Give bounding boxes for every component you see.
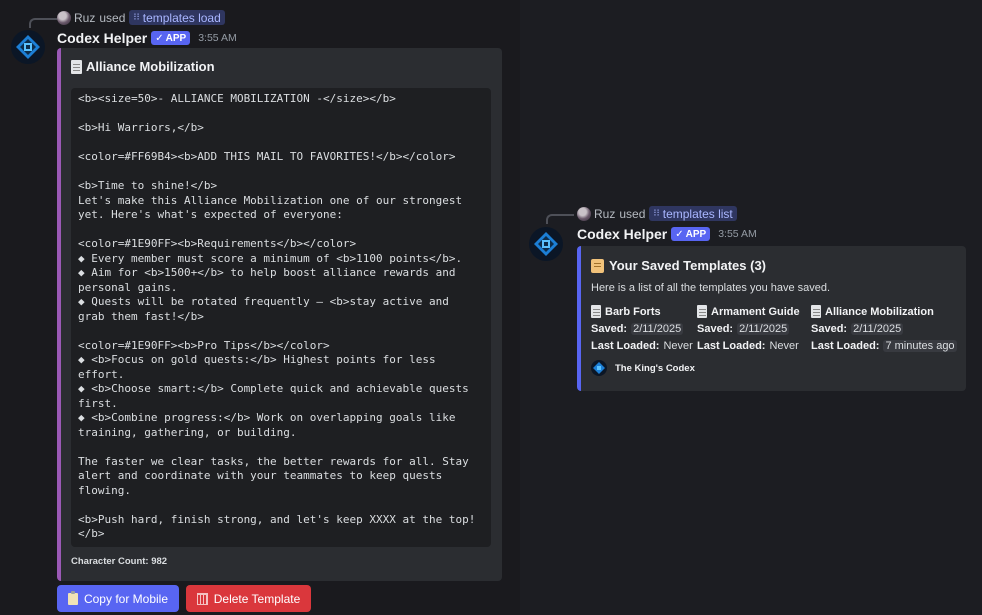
slash-command-icon: ⁝⁝ <box>653 208 660 219</box>
slash-command-chip[interactable]: ⁝⁝ templates load <box>129 10 225 25</box>
user-avatar-small[interactable] <box>57 10 71 25</box>
slash-command-chip[interactable]: ⁝⁝ templates list <box>649 206 737 221</box>
delete-button-label: Delete Template <box>213 591 301 606</box>
last-loaded-label: Last Loaded: <box>811 339 880 352</box>
message-timestamp[interactable]: 3:55 AM <box>198 32 237 44</box>
clipboard-icon <box>67 590 78 605</box>
last-loaded-row: Last Loaded: Never <box>697 338 800 353</box>
code-block[interactable]: <b><size=50>- ALLIANCE MOBILIZATION -</s… <box>71 88 491 547</box>
slash-command-icon: ⁝⁝ <box>133 12 140 23</box>
template-name-text: Armament Guide <box>711 305 800 318</box>
embed-title: Alliance Mobilization <box>71 59 215 74</box>
saved-label: Saved: <box>591 322 628 335</box>
document-icon <box>811 305 821 318</box>
app-badge: ✓ APP <box>151 31 191 45</box>
template-name-text: Alliance Mobilization <box>825 305 934 318</box>
last-loaded-value: 7 minutes ago <box>883 339 957 352</box>
bot-name[interactable]: Codex Helper <box>577 226 667 242</box>
embed-title: Your Saved Templates (3) <box>591 258 766 273</box>
embed-footer: The King's Codex <box>591 360 695 376</box>
saved-templates-embed: Your Saved Templates (3) Here is a list … <box>577 246 966 391</box>
template-code-text[interactable]: <b><size=50>- ALLIANCE MOBILIZATION -</s… <box>78 92 490 542</box>
verified-check-icon: ✓ <box>675 228 684 240</box>
document-icon <box>697 305 707 318</box>
template-name: Alliance Mobilization <box>811 304 957 319</box>
reply-used-text: used <box>619 206 646 221</box>
last-loaded-value: Never <box>663 339 693 352</box>
verified-check-icon: ✓ <box>155 32 164 44</box>
embed-title-text: Your Saved Templates (3) <box>609 258 767 273</box>
app-badge-label: APP <box>165 32 187 44</box>
bot-avatar[interactable] <box>11 30 45 64</box>
saved-date: 2/11/2025 <box>851 322 904 335</box>
codex-logo-icon <box>591 360 607 376</box>
template-field: Armament Guide Saved: 2/11/2025 Last Loa… <box>697 304 800 353</box>
app-badge: ✓ APP <box>671 227 711 241</box>
template-embed: Alliance Mobilization <b><size=50>- ALLI… <box>57 48 502 581</box>
trash-icon <box>196 592 208 605</box>
chat-pane-left: Ruz used ⁝⁝ templates load Codex Helper … <box>0 0 520 615</box>
last-loaded-value: Never <box>769 339 799 352</box>
command-reply-header[interactable]: Ruz used ⁝⁝ templates load <box>57 10 225 25</box>
copy-for-mobile-button[interactable]: Copy for Mobile <box>57 585 179 612</box>
command-name: templates load <box>142 10 221 25</box>
message-author-line: Codex Helper ✓ APP 3:55 AM <box>577 226 757 242</box>
template-field: Alliance Mobilization Saved: 2/11/2025 L… <box>811 304 957 353</box>
last-loaded-row: Last Loaded: Never <box>591 338 693 353</box>
saved-date: 2/11/2025 <box>631 322 684 335</box>
message-timestamp[interactable]: 3:55 AM <box>718 228 757 240</box>
saved-label: Saved: <box>697 322 734 335</box>
bot-name[interactable]: Codex Helper <box>57 30 147 46</box>
last-loaded-label: Last Loaded: <box>697 339 766 352</box>
command-reply-header[interactable]: Ruz used ⁝⁝ templates list <box>577 206 737 221</box>
delete-template-button[interactable]: Delete Template <box>186 585 311 612</box>
template-name: Barb Forts <box>591 304 693 319</box>
template-name-text: Barb Forts <box>605 305 661 318</box>
embed-description: Here is a list of all the templates you … <box>591 282 831 294</box>
reply-username[interactable]: Ruz <box>74 11 95 25</box>
reply-used-text: used <box>99 10 126 25</box>
saved-date: 2/11/2025 <box>737 322 790 335</box>
saved-label: Saved: <box>811 322 848 335</box>
character-count: Character Count: 982 <box>71 556 168 567</box>
saved-row: Saved: 2/11/2025 <box>697 321 800 336</box>
embed-title-text: Alliance Mobilization <box>86 59 215 74</box>
saved-row: Saved: 2/11/2025 <box>811 321 957 336</box>
codex-logo-icon <box>11 30 45 64</box>
reply-spine <box>546 214 574 224</box>
bot-avatar[interactable] <box>529 227 563 261</box>
message-author-line: Codex Helper ✓ APP 3:55 AM <box>57 30 237 46</box>
reply-username[interactable]: Ruz <box>594 207 615 221</box>
codex-logo-icon <box>529 227 563 261</box>
copy-button-label: Copy for Mobile <box>83 591 169 606</box>
scroll-icon <box>591 258 604 273</box>
app-badge-label: APP <box>685 228 707 240</box>
user-avatar-small[interactable] <box>577 206 591 221</box>
document-icon <box>71 59 82 74</box>
last-loaded-label: Last Loaded: <box>591 339 660 352</box>
saved-row: Saved: 2/11/2025 <box>591 321 693 336</box>
footer-text: The King's Codex <box>615 362 695 374</box>
last-loaded-row: Last Loaded: 7 minutes ago <box>811 338 957 353</box>
reply-spine <box>29 18 57 28</box>
document-icon <box>591 305 601 318</box>
template-name: Armament Guide <box>697 304 800 319</box>
command-name: templates list <box>662 206 733 221</box>
template-field: Barb Forts Saved: 2/11/2025 Last Loaded:… <box>591 304 693 353</box>
